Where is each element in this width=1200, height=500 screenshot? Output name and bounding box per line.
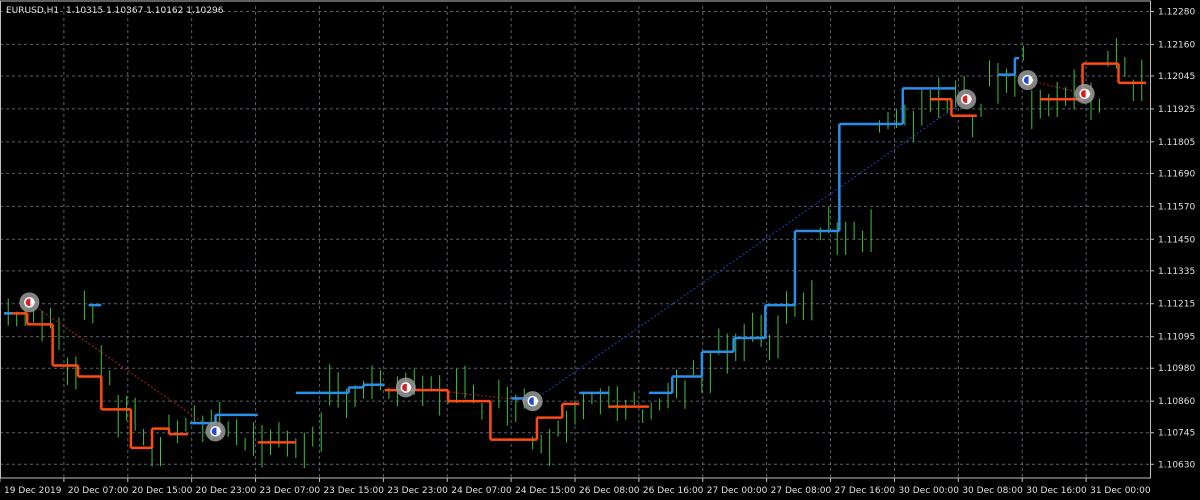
y-tick-label: 1.11095 xyxy=(1158,333,1195,343)
x-tick-label: 30 Dec 16:00 xyxy=(1026,486,1087,496)
x-tick-label: 20 Dec 07:00 xyxy=(68,486,129,496)
x-tick-label: 31 Dec 00:00 xyxy=(1090,486,1151,496)
trade-links-layer xyxy=(29,79,1085,432)
x-tick-label: 23 Dec 23:00 xyxy=(387,486,448,496)
trade-markers-layer xyxy=(19,70,1095,442)
chart-window: 1.12280 1.12160 1.12045 1.11925 1.11805 1.116… xyxy=(0,0,1200,500)
y-tick-label: 1.10745 xyxy=(1158,429,1195,439)
x-tick-label: 27 Dec 08:00 xyxy=(771,486,832,496)
x-tick-label: 20 Dec 15:00 xyxy=(132,486,193,496)
y-tick-label: 1.12280 xyxy=(1158,7,1195,17)
y-tick-label: 1.10860 xyxy=(1158,397,1195,407)
trade-link xyxy=(532,98,967,402)
x-tick-label: 24 Dec 07:00 xyxy=(451,486,512,496)
y-tick-label: 1.11570 xyxy=(1158,202,1195,212)
y-tick-label: 1.11805 xyxy=(1158,138,1195,148)
y-tick-label: 1.12045 xyxy=(1158,72,1195,82)
buy-trade-marker xyxy=(1017,70,1038,91)
x-tick-label: 23 Dec 07:00 xyxy=(260,486,321,496)
sell-trade-marker xyxy=(19,292,40,313)
x-tick-label: 19 Dec 2019 xyxy=(4,486,62,496)
x-tick-label: 30 Dec 00:00 xyxy=(898,486,959,496)
sell-trade-marker xyxy=(956,89,977,110)
symbol-label: EURUSD,H1 xyxy=(6,6,59,16)
x-tick-label: 24 Dec 15:00 xyxy=(515,486,576,496)
y-tick-label: 1.11925 xyxy=(1158,105,1195,115)
y-tick-label: 1.11690 xyxy=(1158,169,1195,179)
sell-trade-marker xyxy=(395,377,416,398)
y-tick-label: 1.11450 xyxy=(1158,235,1195,245)
y-tick-label: 1.11335 xyxy=(1158,267,1195,277)
x-tick-label: 23 Dec 15:00 xyxy=(323,486,384,496)
y-tick-label: 1.11215 xyxy=(1158,300,1195,310)
y-tick-label: 1.12160 xyxy=(1158,40,1195,50)
y-tick-label: 1.10980 xyxy=(1158,364,1195,374)
x-tick-label: 27 Dec 16:00 xyxy=(835,486,896,496)
chart-canvas[interactable]: 1.12280 1.12160 1.12045 1.11925 1.11805 1.116… xyxy=(0,0,1200,500)
buy-trade-marker xyxy=(522,391,543,412)
ohlc-readout: 1.10315 1.10367 1.10162 1.10296 xyxy=(66,6,224,16)
x-tick-label: 27 Dec 00:00 xyxy=(707,486,768,496)
x-tick-label: 26 Dec 16:00 xyxy=(643,486,704,496)
x-tick-label: 30 Dec 08:00 xyxy=(962,486,1023,496)
sell-trade-marker xyxy=(1074,83,1095,104)
x-tick-label: 20 Dec 23:00 xyxy=(196,486,257,496)
y-tick-label: 1.10630 xyxy=(1158,460,1195,470)
buy-trade-marker xyxy=(205,421,226,442)
trade-link xyxy=(29,301,216,432)
x-tick-label: 26 Dec 08:00 xyxy=(579,486,640,496)
axis-layer: 1.12280 1.12160 1.12045 1.11925 1.11805 1.116… xyxy=(0,0,1195,496)
